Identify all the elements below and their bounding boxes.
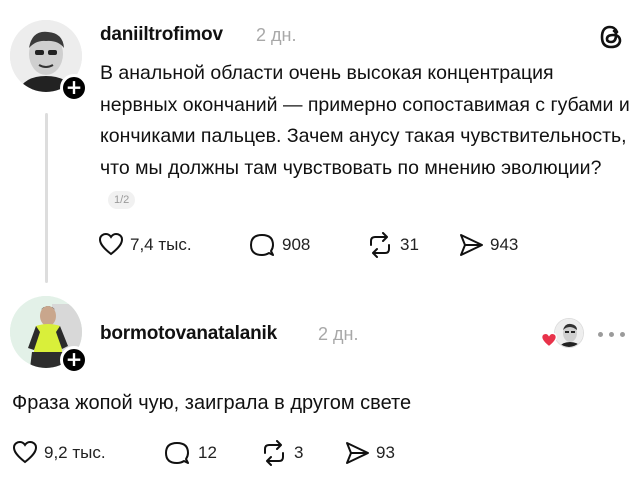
repost-count: 3 [294, 443, 304, 462]
pager-badge: 1/2 [108, 190, 136, 209]
comment-count: 908 [282, 235, 311, 254]
repost-icon [370, 232, 390, 258]
post-text-content: В анальной области очень высокая концент… [100, 62, 630, 179]
reply-text: Фраза жопой чую, заиграла в другом свете [12, 392, 412, 414]
repost-icon [264, 440, 284, 466]
comment-count: 12 [198, 443, 217, 462]
more-icon[interactable] [597, 326, 627, 342]
comment-icon [165, 442, 189, 464]
comment-icon [250, 234, 274, 256]
original-post: + daniiltrofimov 2 дн. В анальной област… [0, 0, 640, 290]
follow-plus-icon[interactable]: + [60, 346, 88, 374]
reply-time: 2 дн. [318, 324, 359, 344]
send-icon [346, 442, 369, 464]
heart-icon [12, 440, 38, 464]
heart-icon [98, 232, 124, 256]
post-text: В анальной области очень высокая концент… [100, 58, 635, 216]
share-count: 943 [490, 235, 519, 254]
post-time: 2 дн. [256, 25, 297, 45]
threads-logo-icon[interactable] [598, 23, 624, 51]
liked-by-author [540, 318, 584, 354]
like-count: 7,4 тыс. [130, 235, 192, 254]
repost-count: 31 [400, 235, 419, 254]
heart-icon [540, 332, 558, 348]
reply-username[interactable]: bormotovanatalanik [100, 323, 277, 345]
like-count: 9,2 тыс. [44, 443, 106, 462]
follow-plus-icon[interactable]: + [60, 74, 88, 102]
post-username[interactable]: daniiltrofimov [100, 24, 223, 46]
author-mini-avatar [554, 318, 584, 348]
send-icon [460, 234, 483, 256]
share-count: 93 [376, 443, 395, 462]
thread-connector-line [45, 113, 48, 283]
